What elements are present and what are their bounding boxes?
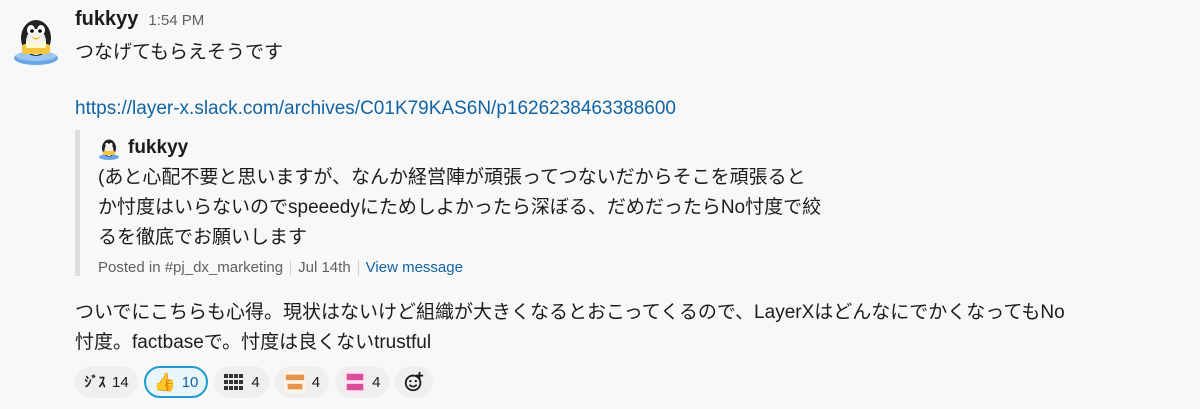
zisu-emoji-icon: ｼﾞｽ — [84, 375, 106, 391]
reaction-count: 4 — [251, 373, 260, 391]
message-header: fukkyy 1:54 PM — [75, 8, 1190, 38]
unfurl-text: (あと心配不要と思いますが、なんか経営陣が頑張ってつないだからそこを頑張ると か… — [98, 167, 822, 248]
reaction-fact-base[interactable]: 4 — [335, 366, 390, 398]
message-link[interactable]: https://layer-x.slack.com/archives/C01K7… — [75, 98, 676, 120]
link-unfurl: fukkyy (あと心配不要と思いますが、なんか経営陣が頑張ってつないだからそこ… — [75, 130, 958, 276]
fact-base-emoji-icon — [344, 371, 367, 393]
message: fukkyy 1:54 PM つなげてもらえそうです https://layer… — [0, 0, 1200, 409]
reaction-count: 4 — [372, 373, 381, 391]
add-emoji-icon — [403, 371, 425, 393]
thumbs-up-emoji-icon: 👍 — [153, 371, 176, 392]
reaction-trustful-team[interactable]: 4 — [274, 366, 330, 398]
view-message-link[interactable]: View message — [366, 259, 463, 276]
avatar[interactable] — [12, 12, 60, 66]
message-content: fukkyy 1:54 PM つなげてもらえそうです https://layer… — [75, 8, 1190, 398]
message-body: ついでにこちらも心得。現状はないけど組織が大きくなるとおこってくるので、Laye… — [75, 302, 1065, 353]
unfurl-author-name[interactable]: fukkyy — [128, 137, 188, 159]
unfurl-avatar — [99, 139, 119, 160]
reaction-count: 10 — [181, 373, 199, 391]
meta-divider — [357, 259, 359, 276]
reaction-count: 14 — [112, 373, 129, 391]
reaction-grid[interactable]: 4 — [214, 366, 269, 398]
reaction-zisu[interactable]: ｼﾞｽ 14 — [75, 366, 138, 398]
meta-divider — [290, 259, 292, 276]
reaction-count: 4 — [311, 373, 321, 391]
unfurl-channel[interactable]: Posted in #pj_dx_marketing — [98, 259, 283, 276]
reaction-thumbs-up[interactable]: 👍 10 — [143, 366, 209, 398]
author-name[interactable]: fukkyy — [75, 8, 138, 31]
unfurl-meta: Posted in #pj_dx_marketing Jul 14th View… — [98, 259, 958, 276]
message-text: つなげてもらえそうです — [75, 42, 284, 63]
trustful-team-emoji-icon — [283, 371, 306, 393]
unfurl-author: fukkyy — [98, 133, 958, 163]
reaction-bar: ｼﾞｽ 14 👍 10 4 4 4 — [75, 366, 1190, 398]
timestamp[interactable]: 1:54 PM — [148, 12, 204, 29]
grid-emoji-icon — [223, 371, 245, 393]
add-reaction-button[interactable] — [395, 366, 434, 398]
unfurl-date: Jul 14th — [298, 259, 351, 276]
